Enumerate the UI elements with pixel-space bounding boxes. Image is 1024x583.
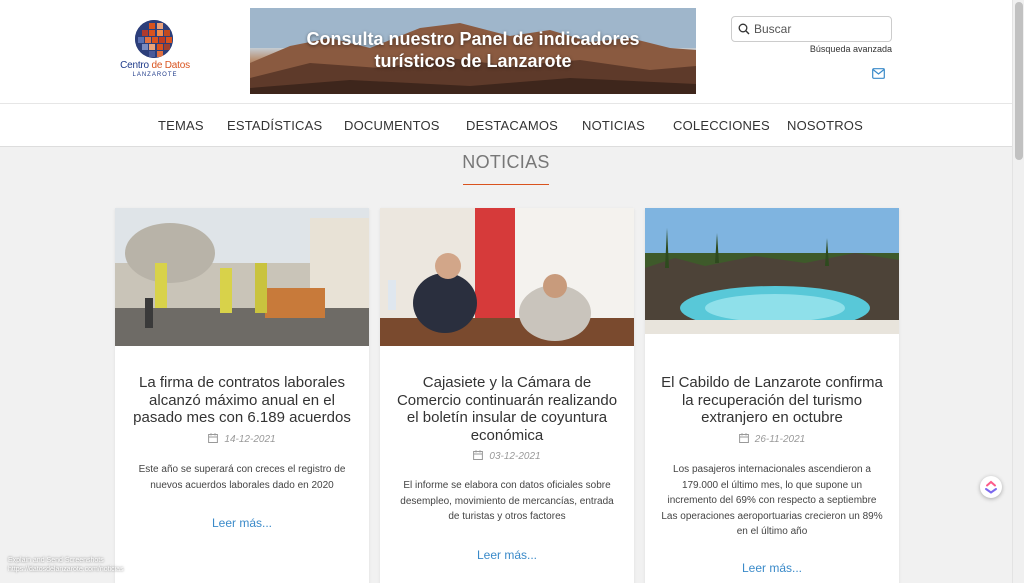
clickup-icon [985, 480, 997, 494]
news-date-text: 26-11-2021 [754, 434, 806, 445]
logo-title: Centro de Datos [120, 60, 190, 71]
site-logo[interactable]: Centro de Datos LANZAROTE [118, 18, 192, 80]
news-summary: Este año se superará con creces el regis… [138, 464, 346, 491]
calendar-icon [738, 433, 749, 443]
news-summary: Los pasajeros internacionales ascendiero… [661, 464, 883, 537]
news-date-text: 14-12-2021 [224, 434, 276, 445]
main-nav: TEMAS ESTADÍSTICAS DOCUMENTOS DESTACAMOS… [0, 103, 1012, 147]
tourism-panel-banner[interactable]: Consulta nuestro Panel de indicadores tu… [250, 8, 696, 94]
overlay-line-1: Explain and Send Screenshots [8, 557, 104, 564]
news-date: 14-12-2021 [115, 433, 369, 445]
nav-item-estadisticas[interactable]: ESTADÍSTICAS [227, 118, 322, 133]
scrollbar-thumb[interactable] [1015, 2, 1023, 160]
overlay-url: https://datosdelanzarote.com/noticias [8, 566, 124, 573]
nav-item-destacamos[interactable]: DESTACAMOS [466, 118, 558, 133]
site-header: Centro de Datos LANZAROTE Consulta nuest… [0, 0, 1012, 103]
banner-text: Consulta nuestro Panel de indicadores tu… [250, 28, 696, 72]
news-date: 26-11-2021 [645, 433, 899, 445]
read-more-link[interactable]: Leer más... [115, 516, 369, 530]
calendar-icon [208, 433, 219, 443]
mail-icon[interactable] [872, 68, 885, 79]
news-image[interactable] [380, 208, 634, 346]
news-title[interactable]: La firma de contratos laborales alcanzó … [125, 374, 359, 427]
news-card: Cajasiete y la Cámara de Comercio contin… [380, 208, 634, 583]
news-image[interactable] [115, 208, 369, 346]
nav-item-temas[interactable]: TEMAS [158, 118, 204, 133]
news-card: El Cabildo de Lanzarote confirma la recu… [645, 208, 899, 583]
page-scrollbar[interactable] [1012, 0, 1024, 583]
news-date: 03-12-2021 [380, 450, 634, 462]
title-divider [463, 184, 549, 185]
banner-line-1: Consulta nuestro Panel de indicadores [306, 29, 640, 49]
banner-line-2: turísticos de Lanzarote [374, 51, 572, 71]
advanced-search-link[interactable]: Búsqueda avanzada [790, 44, 892, 54]
news-card: La firma de contratos laborales alcanzó … [115, 208, 369, 583]
news-title[interactable]: Cajasiete y la Cámara de Comercio contin… [390, 374, 624, 444]
read-more-link[interactable]: Leer más... [380, 548, 634, 562]
read-more-link[interactable]: Leer más... [645, 561, 899, 575]
nav-item-colecciones[interactable]: COLECCIONES [673, 118, 770, 133]
page-title: NOTICIAS [462, 152, 550, 172]
feedback-widget-button[interactable] [980, 476, 1002, 498]
calendar-icon [473, 450, 484, 460]
news-date-text: 03-12-2021 [489, 451, 541, 462]
nav-item-nosotros[interactable]: NOSOTROS [787, 118, 863, 133]
logo-subtitle: LANZAROTE [132, 72, 178, 78]
screenshot-extension-note: Explain and Send Screenshots https://dat… [8, 556, 124, 574]
news-image[interactable] [645, 208, 899, 334]
search-box [731, 16, 892, 42]
logo-globe-icon [135, 20, 173, 58]
search-icon [738, 23, 750, 35]
search-input[interactable] [754, 20, 886, 38]
nav-item-documentos[interactable]: DOCUMENTOS [344, 118, 440, 133]
news-summary: El informe se elabora con datos oficiale… [400, 480, 614, 522]
news-title[interactable]: El Cabildo de Lanzarote confirma la recu… [655, 374, 889, 427]
nav-item-noticias[interactable]: NOTICIAS [582, 118, 645, 133]
